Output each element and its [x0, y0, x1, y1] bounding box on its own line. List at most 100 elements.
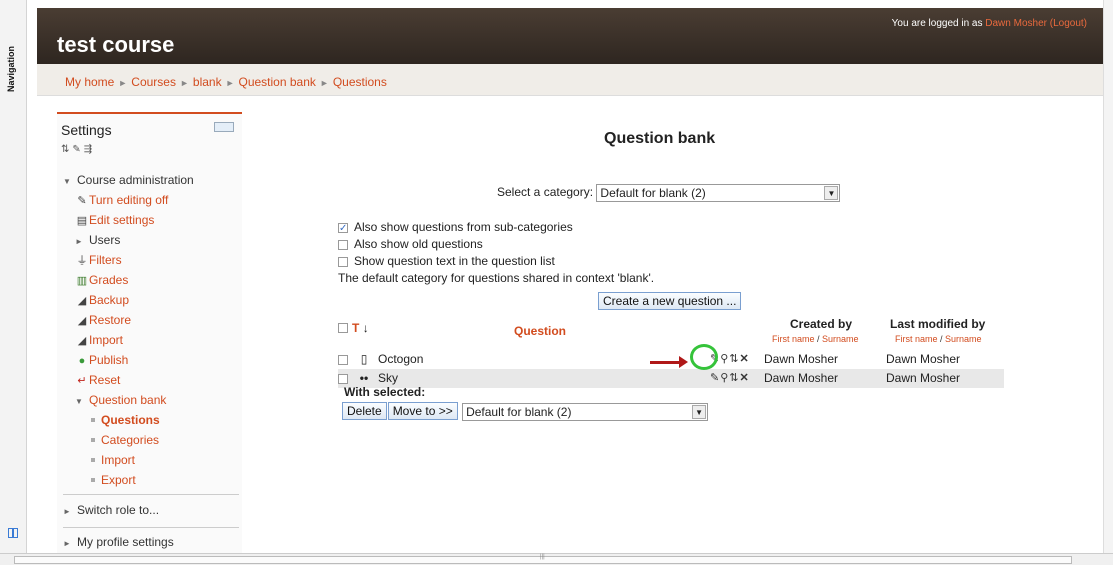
modified-first-name-sort[interactable]: First name	[895, 334, 938, 344]
caret-down-icon: ▼	[75, 397, 83, 406]
tree-item-export[interactable]: Export	[63, 470, 239, 490]
move-target-select[interactable]: Default for blank (2) ▼	[462, 402, 709, 421]
modified-by: Dawn Mosher	[886, 352, 961, 366]
category-select[interactable]: Default for blank (2) ▼	[596, 184, 841, 202]
modified-surname-sort[interactable]: Surname	[945, 334, 982, 344]
sort-question-header[interactable]: Question	[514, 324, 566, 338]
tree-item-restore[interactable]: ◢ Restore	[63, 310, 239, 330]
document-question-icon: ▯	[360, 352, 368, 366]
tree-item-questions[interactable]: Questions	[63, 410, 239, 430]
dock-icon[interactable]	[8, 528, 18, 538]
tree-course-administration[interactable]: ▼ Course administration	[63, 170, 239, 190]
question-text-checkbox[interactable]	[338, 256, 348, 267]
tree-item-filters[interactable]: ⏚ Filters	[63, 250, 239, 270]
old-questions-checkbox[interactable]	[338, 239, 348, 250]
settings-icon: ▤	[76, 215, 88, 227]
breadcrumb-my-home[interactable]: My home	[65, 75, 114, 89]
breadcrumb-separator-icon: ►	[179, 78, 189, 88]
move-icon[interactable]: ⇅	[729, 372, 739, 384]
question-name: Octogon	[378, 352, 424, 366]
divider	[63, 527, 239, 528]
created-by: Dawn Mosher	[764, 371, 839, 385]
table-header: T ↓ Question Created by First name / Sur…	[338, 316, 1004, 350]
backup-icon: ◢	[77, 295, 87, 307]
block-tools-icon[interactable]: ⇅✎⇶	[61, 144, 95, 155]
breadcrumb-separator-icon: ►	[118, 78, 128, 88]
tree-question-bank[interactable]: ▼ Question bank	[63, 390, 239, 410]
vertical-scrollbar[interactable]	[1103, 0, 1113, 553]
import-icon: ◢	[77, 335, 87, 347]
block-toggle-icon[interactable]	[214, 122, 234, 132]
tree-item-categories[interactable]: Categories	[63, 430, 239, 450]
tree-item-edit-settings[interactable]: ▤ Edit settings	[63, 210, 239, 230]
tree-item-publish[interactable]: ● Publish	[63, 350, 239, 370]
course-title: test course	[57, 32, 175, 57]
move-icon[interactable]: ⇅	[729, 353, 739, 365]
select-all-checkbox[interactable]	[338, 323, 348, 333]
modified-by: Dawn Mosher	[886, 371, 961, 385]
bulk-actions: Delete Move to >> Default for blank (2) ▼	[342, 402, 709, 421]
default-category-note: The default category for questions share…	[338, 271, 655, 285]
category-selector: Select a category: Default for blank (2)…	[497, 184, 841, 202]
tree-item-turn-editing-off[interactable]: ✎ Turn editing off	[63, 190, 239, 210]
divider	[63, 494, 239, 495]
with-selected-label: With selected:	[344, 385, 426, 399]
sort-type-header[interactable]: T ↓	[352, 321, 369, 335]
callout-circle	[690, 344, 718, 370]
breadcrumb-separator-icon: ►	[319, 78, 329, 88]
breadcrumb-courses[interactable]: Courses	[131, 75, 176, 89]
horizontal-scrollbar[interactable]: |||	[0, 553, 1113, 565]
delete-icon[interactable]: ✕	[740, 372, 750, 384]
user-link[interactable]: Dawn Mosher	[985, 18, 1047, 29]
tree-switch-role[interactable]: ► Switch role to...	[63, 500, 239, 520]
breadcrumb-separator-icon: ►	[225, 78, 235, 88]
row-checkbox[interactable]	[338, 354, 348, 365]
option-old-questions[interactable]: Also show old questions	[338, 236, 654, 253]
preview-icon[interactable]: ⚲	[720, 372, 729, 384]
tree-item-backup[interactable]: ◢ Backup	[63, 290, 239, 310]
login-info: You are logged in as Dawn Mosher (Logout…	[892, 18, 1087, 29]
created-sort-links: First name / Surname	[772, 334, 859, 344]
bullet-icon	[91, 457, 95, 462]
category-label: Select a category:	[497, 185, 594, 200]
subcategories-checkbox[interactable]	[338, 220, 348, 237]
tree-item-import[interactable]: ◢ Import	[63, 330, 239, 350]
tree-item-users[interactable]: ► Users	[63, 230, 239, 250]
breadcrumb-question-bank[interactable]: Question bank	[239, 75, 316, 89]
option-question-text[interactable]: Show question text in the question list	[338, 253, 654, 270]
caret-right-icon: ►	[75, 237, 83, 246]
tree-item-reset[interactable]: ↵ Reset	[63, 370, 239, 390]
filter-icon: ⏚	[76, 255, 88, 267]
move-to-button[interactable]: Move to >>	[387, 402, 458, 420]
login-prefix: You are logged in as	[891, 18, 986, 29]
breadcrumb-blank[interactable]: blank	[193, 75, 222, 89]
delete-icon[interactable]: ✕	[740, 353, 750, 365]
tree-item-grades[interactable]: ▥ Grades	[63, 270, 239, 290]
scroll-grip-icon: |||	[540, 554, 545, 560]
row-checkbox[interactable]	[338, 373, 348, 384]
breadcrumb: My home ► Courses ► blank ► Question bank ► Ques…	[37, 64, 1103, 96]
settings-tree: ▼ Course administration ✎ Turn editing off…	[63, 170, 239, 552]
bullet-icon	[91, 477, 95, 482]
created-first-name-sort[interactable]: First name	[772, 334, 815, 344]
create-question-button[interactable]: Create a new question ...	[598, 292, 742, 310]
publish-icon: ●	[78, 355, 86, 367]
edit-icon[interactable]: ✎	[710, 372, 720, 384]
bullet-icon	[91, 437, 95, 442]
created-by-header: Created by	[790, 317, 853, 331]
breadcrumb-questions[interactable]: Questions	[333, 75, 387, 89]
table-row: •• Sky ✎⚲⇅✕ Dawn Mosher Dawn Mosher	[338, 369, 1004, 388]
callout-arrow-icon	[650, 356, 688, 368]
tree-profile-settings[interactable]: ► My profile settings	[63, 532, 239, 552]
option-subcategories[interactable]: Also show questions from sub-categories	[338, 219, 654, 237]
tree-item-qb-import[interactable]: Import	[63, 450, 239, 470]
navigation-dock-label[interactable]: Navigation	[6, 22, 18, 92]
created-surname-sort[interactable]: Surname	[822, 334, 859, 344]
logout-link[interactable]: (Logout)	[1050, 18, 1087, 29]
display-options: Also show questions from sub-categories …	[338, 219, 654, 287]
question-table: T ↓ Question Created by First name / Sur…	[338, 316, 1004, 388]
preview-icon[interactable]: ⚲	[720, 353, 729, 365]
caret-down-icon: ▼	[63, 177, 71, 186]
delete-button[interactable]: Delete	[342, 402, 387, 420]
reset-icon: ↵	[77, 375, 87, 387]
